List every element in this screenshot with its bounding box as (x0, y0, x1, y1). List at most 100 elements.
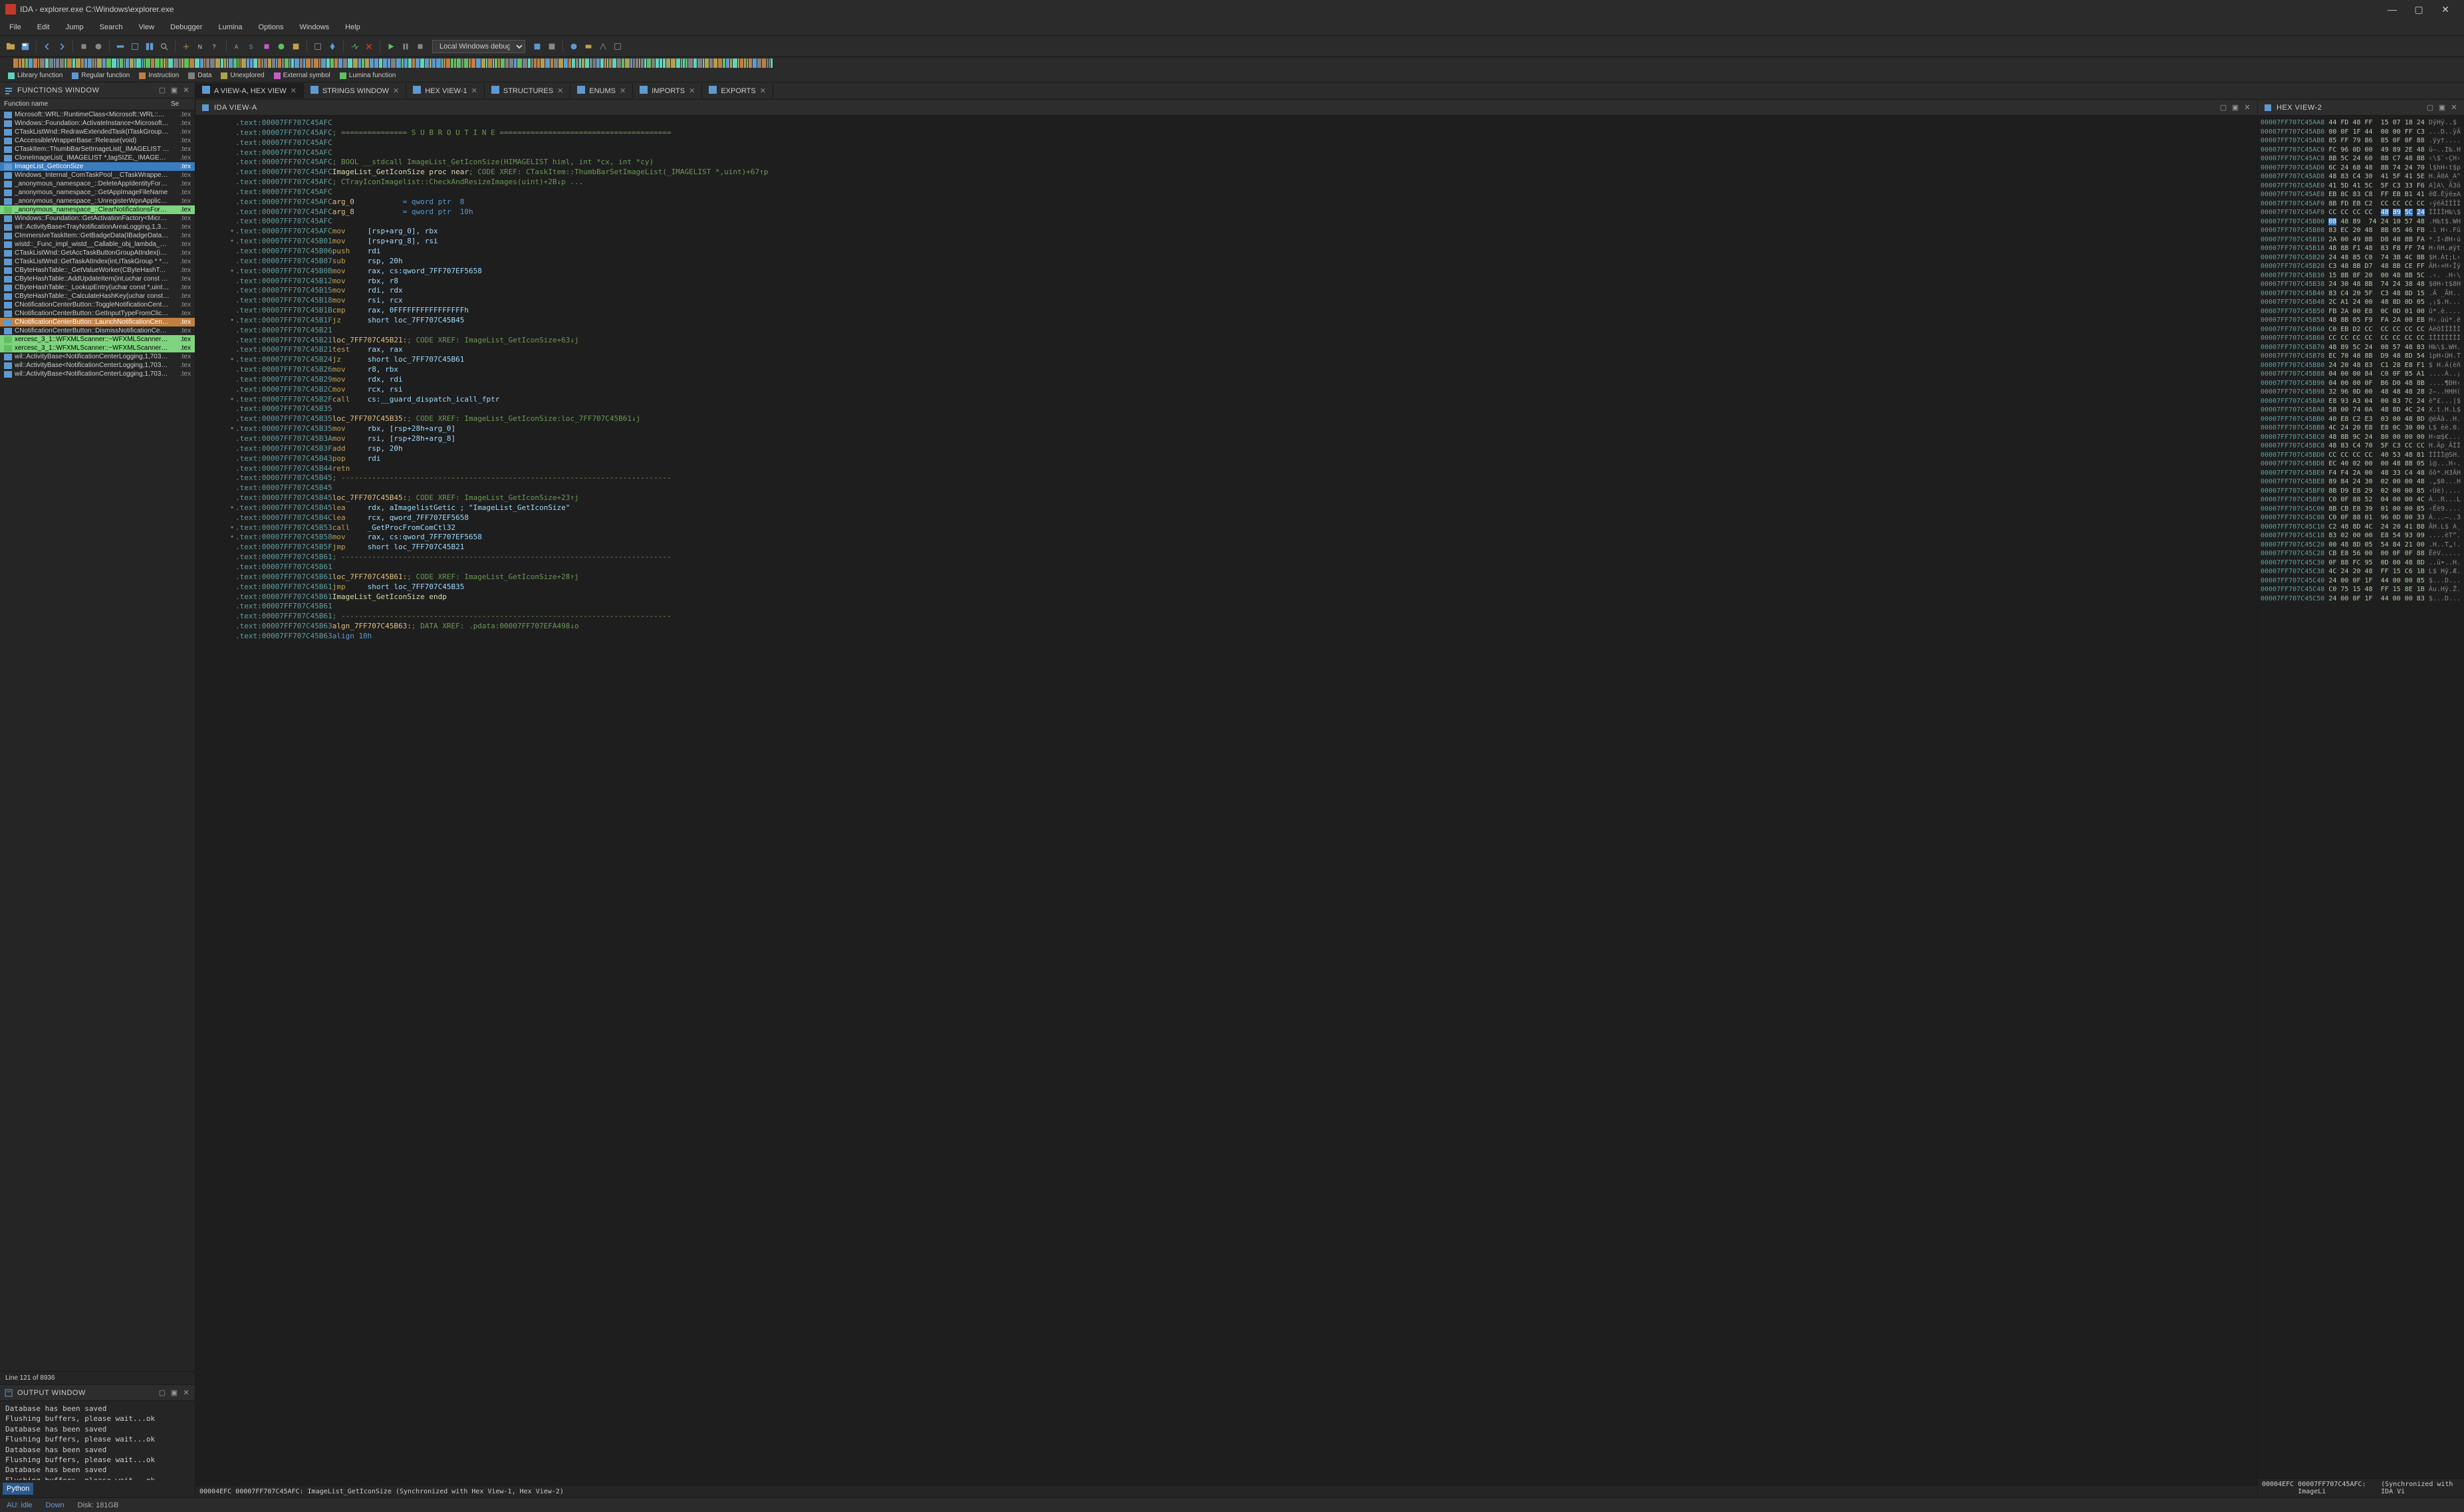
disasm-line[interactable]: .text:00007FF707C45B35 loc_7FF707C45B35:… (195, 414, 2257, 424)
disasm-line[interactable]: .text:00007FF707C45AFC ; ===============… (195, 128, 2257, 138)
function-row[interactable]: CByteHashTable::AddUpdateItem(int,uchar … (0, 275, 195, 283)
hex-row[interactable]: 00007FF707C45BE0 F4 F4 2A 00 48 33 C4 48… (2261, 469, 2461, 478)
function-row[interactable]: CNotificationCenterButton::GetInputTypeF… (0, 309, 195, 318)
tool-icon[interactable] (114, 40, 127, 53)
disasm-line[interactable]: •.text:00007FF707C45B01 mov [rsp+arg_8],… (195, 237, 2257, 247)
search-icon[interactable] (158, 40, 171, 53)
menu-jump[interactable]: Jump (59, 21, 90, 34)
function-row[interactable]: Windows::Foundation::ActivateInstance<Mi… (0, 119, 195, 128)
save-icon[interactable] (19, 40, 32, 53)
function-row[interactable]: wil::ActivityBase<NotificationCenterLogg… (0, 361, 195, 370)
function-row[interactable]: ImageList_GetIconSize.tex (0, 162, 195, 171)
hex-row[interactable]: 00007FF707C45B20 24 48 85 C0 74 3B 4C 8B… (2261, 253, 2461, 263)
disasm-line[interactable]: .text:00007FF707C45B3F add rsp, 20h (195, 444, 2257, 454)
tool-icon[interactable] (311, 40, 324, 53)
hex-body[interactable]: 00007FF707C45AA8 44 FD 48 FF 15 07 18 24… (2258, 116, 2464, 1478)
disasm-line[interactable]: •.text:00007FF707C45B53 call _GetProcFro… (195, 523, 2257, 533)
open-icon[interactable] (4, 40, 17, 53)
tool-icon[interactable] (143, 40, 156, 53)
panel-max-icon[interactable]: ▣ (170, 86, 179, 95)
tab-close-icon[interactable]: ✕ (393, 86, 399, 95)
hex-row[interactable]: 00007FF707C45B58 48 8B 05 F9 FA 2A 00 EB… (2261, 316, 2461, 325)
tab-close-icon[interactable]: ✕ (760, 86, 766, 95)
hex-row[interactable]: 00007FF707C45AC8 8B 5C 24 60 8B C7 48 8B… (2261, 154, 2461, 164)
hex-row[interactable]: 00007FF707C45AC0 FC 96 0D 00 49 89 2E 48… (2261, 146, 2461, 155)
tool-icon[interactable] (92, 40, 105, 53)
disasm-line[interactable]: .text:00007FF707C45B07 sub rsp, 20h (195, 257, 2257, 267)
hex-row[interactable]: 00007FF707C45AF8 CC CC CC CC 48 89 5C 24… (2261, 208, 2461, 217)
disasm-line[interactable]: .text:00007FF707C45B15 mov rdi, rdx (195, 286, 2257, 296)
disasm-line[interactable]: .text:00007FF707C45AFC arg_0 = qword ptr… (195, 197, 2257, 207)
menu-lumina[interactable]: Lumina (211, 21, 249, 34)
function-row[interactable]: CByteHashTable::_LookupEntry(uchar const… (0, 283, 195, 292)
function-row[interactable]: CTaskListWnd::GetAccTaskButtonGroupAtInd… (0, 249, 195, 257)
tab-close-icon[interactable]: ✕ (291, 86, 297, 95)
hex-row[interactable]: 00007FF707C45AA8 44 FD 48 FF 15 07 18 24… (2261, 118, 2461, 128)
hex-row[interactable]: 00007FF707C45AE8 EB 8C 83 C8 FF EB B1 41… (2261, 190, 2461, 199)
function-row[interactable]: CAccessibleWrapperBase::Release(void).te… (0, 136, 195, 145)
hex-row[interactable]: 00007FF707C45C28 CB E8 56 00 00 0F 0F 88… (2261, 549, 2461, 559)
hex-row[interactable]: 00007FF707C45B70 48 89 5C 24 08 57 48 83… (2261, 343, 2461, 352)
disasm-line[interactable]: .text:00007FF707C45B45 (195, 483, 2257, 493)
hex-row[interactable]: 00007FF707C45B10 2A 00 49 8B D8 48 8B FA… (2261, 235, 2461, 245)
panel-min-icon[interactable]: ▢ (158, 1388, 167, 1398)
function-row[interactable]: CNotificationCenterButton::ToggleNotific… (0, 301, 195, 309)
function-row[interactable]: wil::ActivityBase<TrayNotificationAreaLo… (0, 223, 195, 231)
disasm-line[interactable]: .text:00007FF707C45AFC (195, 118, 2257, 128)
disasm-line[interactable]: .text:00007FF707C45AFC (195, 217, 2257, 227)
hex-row[interactable]: 00007FF707C45BF0 8B D9 E8 29 02 00 00 85… (2261, 487, 2461, 496)
hex-row[interactable]: 00007FF707C45B60 C0 EB D2 CC CC CC CC CC… (2261, 325, 2461, 334)
hex-row[interactable]: 00007FF707C45B88 04 00 00 84 C0 0F 85 A1… (2261, 370, 2461, 379)
function-row[interactable]: CImmersiveTaskItem::GetBadgeData(IBadgeD… (0, 231, 195, 240)
function-row[interactable]: CNotificationCenterButton::DismissNotifi… (0, 326, 195, 335)
disasm-line[interactable]: .text:00007FF707C45AFC (195, 138, 2257, 148)
output-prompt[interactable]: Python (3, 1483, 33, 1495)
disasm-line[interactable]: .text:00007FF707C45AFC ; CTrayIconImagel… (195, 178, 2257, 188)
disasm-line[interactable]: .text:00007FF707C45B61 ; ---------------… (195, 612, 2257, 622)
function-row[interactable]: _anonymous_namespace_::UnregisterWpnAppl… (0, 197, 195, 205)
disasm-line[interactable]: •.text:00007FF707C45AFC mov [rsp+arg_0],… (195, 227, 2257, 237)
tool-icon[interactable]: ? (209, 40, 222, 53)
disasm-line[interactable]: .text:00007FF707C45B4C lea rcx, qword_7F… (195, 513, 2257, 523)
disasm-line[interactable]: .text:00007FF707C45B43 pop rdi (195, 454, 2257, 464)
hex-row[interactable]: 00007FF707C45C50 24 00 0F 1F 44 00 00 83… (2261, 594, 2461, 604)
disasm-line[interactable]: .text:00007FF707C45B45 ; ---------------… (195, 473, 2257, 483)
tab-close-icon[interactable]: ✕ (689, 86, 695, 95)
function-row[interactable]: wil::ActivityBase<NotificationCenterLogg… (0, 370, 195, 378)
tool-icon[interactable] (582, 40, 595, 53)
disasm-line[interactable]: .text:00007FF707C45B21 test rax, rax (195, 345, 2257, 355)
hex-row[interactable]: 00007FF707C45B40 83 C4 20 5F C3 48 8D 15… (2261, 289, 2461, 299)
hex-row[interactable]: 00007FF707C45BC8 48 83 C4 70 5F C3 CC CC… (2261, 441, 2461, 451)
function-row[interactable]: xercesc_3_1::WFXMLScanner::~WFXMLScanner… (0, 344, 195, 352)
tool-icon[interactable] (77, 40, 90, 53)
output-body[interactable]: Database has been savedFlushing buffers,… (0, 1401, 195, 1480)
tab-close-icon[interactable]: ✕ (471, 86, 477, 95)
tool-icon[interactable] (348, 40, 361, 53)
tool-icon[interactable] (289, 40, 303, 53)
hex-row[interactable]: 00007FF707C45BA0 E8 93 A3 04 00 83 7C 24… (2261, 397, 2461, 406)
tool-icon[interactable] (567, 40, 580, 53)
tab-hex[interactable]: HEX VIEW-1✕ (406, 83, 485, 98)
pause-icon[interactable] (399, 40, 412, 53)
tool-icon[interactable] (326, 40, 339, 53)
function-row[interactable]: CNotificationCenterButton::LaunchNotific… (0, 318, 195, 326)
hex-row[interactable]: 00007FF707C45BA8 58 00 74 0A 48 8D 4C 24… (2261, 406, 2461, 415)
disasm-line[interactable]: .text:00007FF707C45B5F jmp short loc_7FF… (195, 543, 2257, 553)
hex-row[interactable]: 00007FF707C45BD0 CC CC CC CC 40 53 48 81… (2261, 451, 2461, 460)
disasm-line[interactable]: •.text:00007FF707C45B0B mov rax, cs:qwor… (195, 267, 2257, 277)
function-row[interactable]: CByteHashTable::_GetValueWorker(CByteHas… (0, 266, 195, 275)
hex-row[interactable]: 00007FF707C45AD0 6C 24 68 48 8B 74 24 70… (2261, 164, 2461, 173)
panel-max-icon[interactable]: ▣ (2231, 103, 2240, 112)
tool-icon[interactable]: S (245, 40, 259, 53)
disasm-line[interactable]: •.text:00007FF707C45B1F jz short loc_7FF… (195, 316, 2257, 326)
tool-icon[interactable]: A (231, 40, 244, 53)
menu-search[interactable]: Search (93, 21, 130, 34)
menu-debugger[interactable]: Debugger (164, 21, 209, 34)
disasm-line[interactable]: .text:00007FF707C45AFC (195, 148, 2257, 158)
disasm-line[interactable]: .text:00007FF707C45B45 loc_7FF707C45B45:… (195, 493, 2257, 503)
hex-row[interactable]: 00007FF707C45C38 4C 24 20 48 FF 15 C6 1B… (2261, 567, 2461, 576)
disasm-line[interactable]: .text:00007FF707C45B61 (195, 602, 2257, 612)
hex-row[interactable]: 00007FF707C45AB0 00 0F 1F 44 00 00 FF C3… (2261, 128, 2461, 137)
minimize-button[interactable]: — (2379, 1, 2405, 17)
function-row[interactable]: Windows::Foundation::GetActivationFactor… (0, 214, 195, 223)
